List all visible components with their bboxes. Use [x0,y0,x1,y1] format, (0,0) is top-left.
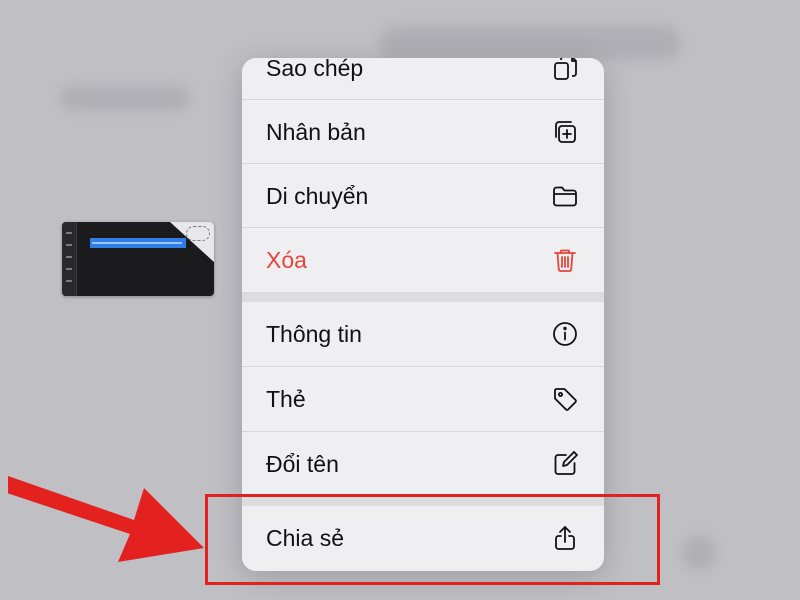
menu-item-delete[interactable]: Xóa [242,228,604,292]
menu-item-tags[interactable]: Thẻ [242,367,604,431]
trash-icon [550,245,580,275]
cloud-icon [186,226,210,241]
menu-item-label: Di chuyển [266,182,369,209]
file-thumbnail[interactable] [62,222,214,296]
menu-item-label: Sao chép [266,58,364,81]
thumbnail-sidebar [62,222,77,296]
menu-item-move[interactable]: Di chuyển [242,164,604,228]
background-header-blur [60,86,190,110]
menu-item-label: Thẻ [266,385,306,412]
tag-icon [550,384,580,414]
menu-item-rename[interactable]: Đổi tên [242,432,604,496]
menu-item-duplicate[interactable]: Nhân bản [242,100,604,164]
menu-item-label: Thông tin [266,320,362,347]
share-highlight-box [205,494,660,585]
arrow-pointer-icon [8,476,204,562]
thumbnail-waveform [92,242,182,244]
menu-item-copy[interactable]: Sao chép [242,58,604,100]
background-button-blur [682,536,716,570]
folder-icon [550,181,580,211]
info-icon [550,319,580,349]
menu-item-label: Xóa [266,246,307,273]
menu-item-label: Nhân bản [266,118,366,145]
menu-item-label: Đổi tên [266,450,339,477]
rename-icon [550,449,580,479]
background-title-blur [380,26,680,60]
copy-icon [550,58,580,83]
menu-item-info[interactable]: Thông tin [242,302,604,366]
duplicate-icon [550,117,580,147]
menu-group-gap [242,292,604,302]
